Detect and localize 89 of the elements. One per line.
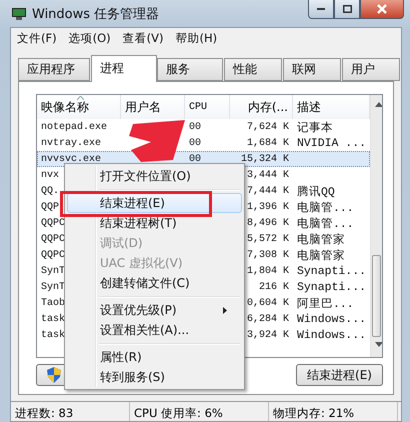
menu-item[interactable]: 设置优先级(P) (67, 300, 242, 320)
table-cell-text: 00 (188, 136, 202, 150)
table-cell-text: 电脑管家 (296, 248, 346, 263)
table-cell-text: QQPC (40, 232, 66, 246)
table-cell-text: SynT (40, 280, 66, 294)
scribble-mark (129, 120, 185, 162)
column-header[interactable]: 映像名称 (37, 95, 121, 119)
table-cell-text: 电脑管... (296, 216, 355, 231)
table-cell-text: 阿里巴... (296, 296, 355, 311)
table-cell-text: QQP (40, 200, 60, 214)
menu-item[interactable]: 属性(R) (67, 347, 242, 367)
column-label: 描述 (297, 98, 321, 116)
close-icon (377, 4, 387, 14)
table-cell-text: nvtray.exe (40, 136, 102, 150)
table-cell-text: 216 K (258, 280, 290, 294)
scroll-down-icon (375, 342, 382, 347)
end-process-button[interactable]: 结束进程(E) (296, 364, 383, 386)
table-cell-text: Taob (40, 296, 66, 310)
table-cell-text: 7,624 K (246, 120, 290, 134)
table-cell-text: task (40, 328, 66, 342)
tab[interactable]: 性能 (224, 58, 282, 81)
menu-item[interactable]: 选项(O) (68, 31, 111, 46)
menu-item[interactable]: 创建转储文件(C) (67, 273, 242, 293)
tab[interactable]: 用户 (342, 58, 400, 81)
tab[interactable]: 进程 (91, 55, 157, 82)
scrollbar[interactable] (370, 95, 382, 357)
table-cell-text: 8,496 K (246, 216, 290, 230)
column-label: 内存(... (248, 98, 288, 116)
menu-item[interactable]: 文件(F) (17, 31, 57, 46)
minimize-button[interactable] (308, 0, 334, 19)
table-cell-text: 15,324 K (240, 152, 290, 166)
table-cell-text: 7,308 K (246, 248, 290, 262)
menu-item[interactable]: 查看(V) (122, 31, 164, 46)
table-cell-text: 5,572 K (246, 232, 290, 246)
monitor-icon (12, 8, 26, 20)
table-cell-text: 00 (188, 152, 202, 166)
table-cell-text: 1,684 K (246, 136, 290, 150)
table-cell-text: QQPC (40, 248, 66, 262)
column-label: 用户名 (125, 98, 161, 116)
table-cell-text: 电脑管... (296, 200, 355, 215)
table-cell-text: 3,924 K (246, 328, 290, 342)
table-cell-text: 7,444 K (246, 184, 290, 198)
column-header[interactable]: 描述 (293, 95, 370, 119)
menu-item[interactable]: 转到服务(S) (67, 367, 242, 387)
menu-item[interactable]: 结束进程树(T) (67, 213, 242, 233)
table-cell-text: NVIDIA ... (296, 136, 368, 151)
table-cell-text: 3,444 K (246, 168, 290, 182)
column-header[interactable]: 用户名 (121, 95, 185, 119)
close-button[interactable] (360, 0, 404, 19)
table-cell-text: 00 (188, 120, 202, 134)
tab[interactable]: 应用程序 (18, 58, 90, 81)
status-text: CPU 使用率: 6% (130, 402, 269, 421)
tab[interactable]: 服务 (157, 58, 223, 81)
table-cell-text: Synapti... (296, 264, 368, 279)
scroll-thumb[interactable] (372, 255, 381, 337)
table-cell-text: Windows... (296, 328, 368, 343)
window-title: Windows 任务管理器 (32, 6, 160, 22)
scroll-up-icon (375, 102, 382, 107)
column-label: CPU (189, 102, 208, 112)
shield-icon (47, 367, 61, 383)
table-cell-text: 1,396 K (246, 200, 290, 214)
menu-item[interactable]: 帮助(H) (175, 31, 218, 46)
table-cell-text: 电脑管家 (296, 232, 346, 247)
table-cell-text: nvvsvc.exe (40, 152, 102, 166)
table-cell-text: 0,604 K (246, 296, 290, 310)
column-header[interactable]: 内存(... (230, 95, 293, 119)
column-label: 映像名称 (41, 98, 89, 116)
minimize-icon (317, 8, 325, 10)
table-cell-text: notepad.exe (40, 120, 108, 134)
menu-item[interactable]: 设置相关性(A)... (67, 320, 242, 340)
menu-item[interactable]: 打开文件位置(O) (67, 166, 242, 186)
column-header[interactable]: CPU (185, 95, 230, 119)
table-cell-text: 记事本 (296, 120, 334, 135)
table-cell-text: 腾讯QQ (296, 184, 336, 199)
status-text: 进程数: 83 (11, 402, 130, 421)
table-cell-text: QQ. (40, 184, 60, 198)
status-text: 物理内存: 21% (269, 402, 398, 421)
table-cell-text: nvx (40, 168, 60, 182)
table-cell-text: 1,804 K (246, 264, 290, 278)
table-cell-text: 6,284 K (246, 312, 290, 326)
maximize-icon (342, 5, 352, 13)
tab[interactable]: 联网 (283, 58, 341, 81)
maximize-button[interactable] (334, 0, 360, 19)
submenu-arrow-icon (223, 306, 227, 314)
table-cell-text: task (40, 312, 66, 326)
table-cell-text: SynT (40, 264, 66, 278)
table-cell-text: QQPC (40, 216, 66, 230)
table-cell-text: Windows... (296, 312, 368, 327)
table-cell-text: Synapti... (296, 280, 368, 295)
